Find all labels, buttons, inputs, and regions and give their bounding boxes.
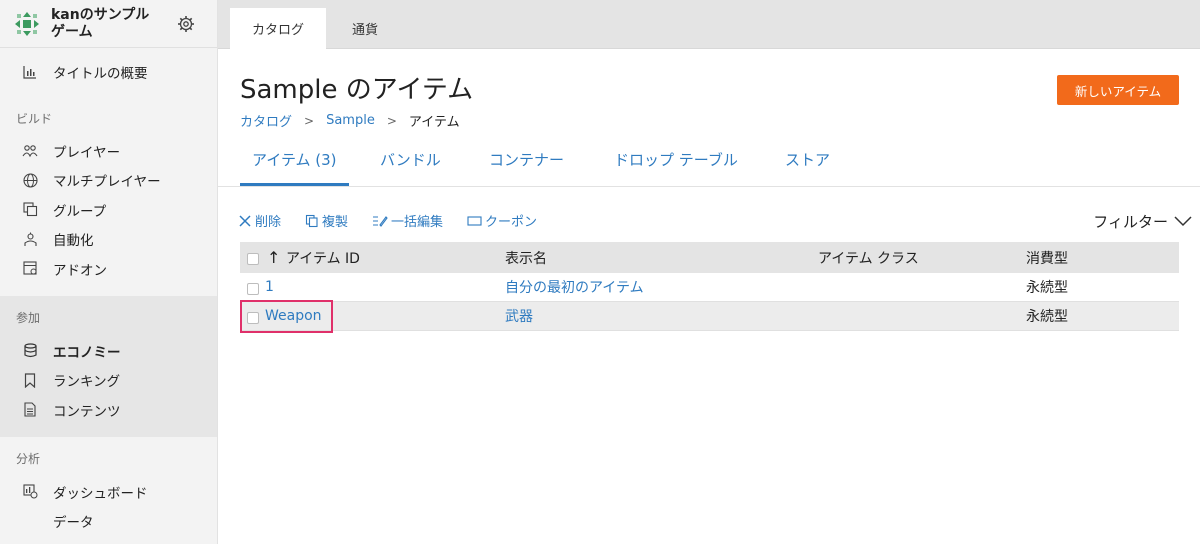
chevron-right-icon: > [304,113,315,128]
display-name-link[interactable]: 武器 [505,306,533,326]
sidebar-item-economy[interactable]: エコノミー [0,336,217,366]
copy-icon [305,214,318,227]
sidebar-item-content[interactable]: コンテンツ [0,395,217,425]
bar-chart-icon [22,64,38,80]
tab-drop-tables[interactable]: ドロップ テーブル [614,149,738,186]
main-content: Sample のアイテム 新しいアイテム カタログ > Sample > アイテ… [218,49,1200,544]
section-heading-analyze: 分析 [16,451,41,466]
column-header-item-id[interactable]: アイテム ID [286,248,360,268]
consumable-cell: 永続型 [1026,309,1068,325]
sidebar-item-label: ダッシュボード [53,485,148,502]
sidebar-item-groups[interactable]: グループ [0,195,217,225]
column-header-consumable[interactable]: 消費型 [1026,248,1068,268]
database-icon [22,343,38,359]
coupon-icon [467,215,482,226]
document-icon [22,402,38,418]
bookmark-icon [22,372,38,388]
sidebar-item-overview[interactable]: タイトルの概要 [0,57,217,87]
duplicate-button[interactable]: 複製 [305,211,348,230]
sidebar: kanのサンプルゲーム タイトルの概要 ビルド プレイヤー マルチプレイヤー グ… [0,0,218,544]
action-toolbar: 削除 複製 一括編集 クーポン [238,211,561,230]
breadcrumb-sample[interactable]: Sample [326,113,375,128]
row-checkbox[interactable] [247,283,259,295]
page-title: Sample のアイテム [240,75,474,105]
sidebar-item-label: プレイヤー [53,144,121,161]
sidebar-item-multiplayer[interactable]: マルチプレイヤー [0,166,217,196]
sidebar-item-label: マルチプレイヤー [53,174,161,191]
sidebar-item-label: コンテンツ [53,403,121,420]
table-header: ↑ アイテム ID 表示名 アイテム クラス 消費型 [240,242,1179,273]
sidebar-item-leaderboards[interactable]: ランキング [0,366,217,396]
sidebar-item-label: アドオン [53,262,107,279]
tabs-divider [218,186,1200,187]
delete-label: 削除 [255,215,282,230]
tab-catalog[interactable]: カタログ [230,8,326,49]
bulk-edit-label: 一括編集 [391,215,444,230]
close-icon [239,214,251,227]
tab-bundles[interactable]: バンドル [380,149,441,186]
filter-label: フィルター [1093,213,1168,231]
tab-containers[interactable]: コンテナー [489,149,564,186]
coupon-label: クーポン [485,215,538,230]
globe-icon [22,172,38,188]
filter-dropdown[interactable]: フィルター [1093,211,1192,232]
column-header-item-class[interactable]: アイテム クラス [818,248,919,268]
items-table: ↑ アイテム ID 表示名 アイテム クラス 消費型 1 自分の最初のアイテム … [240,242,1179,333]
sidebar-item-dashboard[interactable]: ダッシュボード [0,477,217,507]
top-tab-bar: カタログ 通貨 [218,0,1200,49]
display-name-link[interactable]: 自分の最初のアイテム [505,277,644,297]
column-header-display-name[interactable]: 表示名 [505,248,547,268]
sidebar-item-data[interactable]: データ [0,507,217,537]
tab-currency[interactable]: 通貨 [336,8,394,49]
section-heading-build: ビルド [16,111,53,126]
delete-button[interactable]: 削除 [238,211,281,230]
chevron-down-icon [1174,216,1192,227]
consumable-cell: 永続型 [1026,280,1068,296]
sidebar-item-label: データ [53,515,94,532]
select-all-checkbox[interactable] [247,253,259,265]
table-row: Weapon 武器 永続型 [240,300,1179,333]
sort-ascending-icon[interactable]: ↑ [267,248,280,267]
sidebar-item-label: タイトルの概要 [53,65,148,82]
bulk-edit-icon [373,215,388,227]
sidebar-item-label: エコノミー [53,344,121,361]
addons-icon [22,261,38,277]
chevron-right-icon: > [386,113,397,128]
highlight-box [240,300,333,333]
item-id-link[interactable]: 1 [265,279,274,295]
table-row: 1 自分の最初のアイテム 永続型 [240,273,1179,302]
sidebar-item-label: 自動化 [53,233,94,250]
title-name[interactable]: kanのサンプルゲーム [51,7,163,41]
playfab-logo-icon [15,11,39,36]
tab-items[interactable]: アイテム (3) [240,149,349,186]
groups-icon [22,202,38,218]
sidebar-item-addons[interactable]: アドオン [0,254,217,284]
automation-icon [22,231,38,247]
sidebar-item-label: ランキング [53,374,121,391]
duplicate-label: 複製 [322,215,349,230]
dashboard-icon [22,484,38,500]
new-item-button[interactable]: 新しいアイテム [1057,75,1179,105]
breadcrumb-catalog[interactable]: カタログ [240,111,292,130]
section-heading-engage: 参加 [16,310,41,325]
sidebar-item-automation[interactable]: 自動化 [0,225,217,255]
sidebar-item-players[interactable]: プレイヤー [0,136,217,166]
sidebar-item-label: グループ [53,203,107,220]
tab-stores[interactable]: ストア [785,149,830,186]
breadcrumb: カタログ > Sample > アイテム [240,111,460,130]
gear-icon[interactable] [177,15,195,33]
bulk-edit-button[interactable]: 一括編集 [372,211,443,230]
brand-header: kanのサンプルゲーム [0,0,217,48]
breadcrumb-current: アイテム [408,115,460,130]
players-icon [22,143,38,159]
coupon-button[interactable]: クーポン [467,211,537,230]
